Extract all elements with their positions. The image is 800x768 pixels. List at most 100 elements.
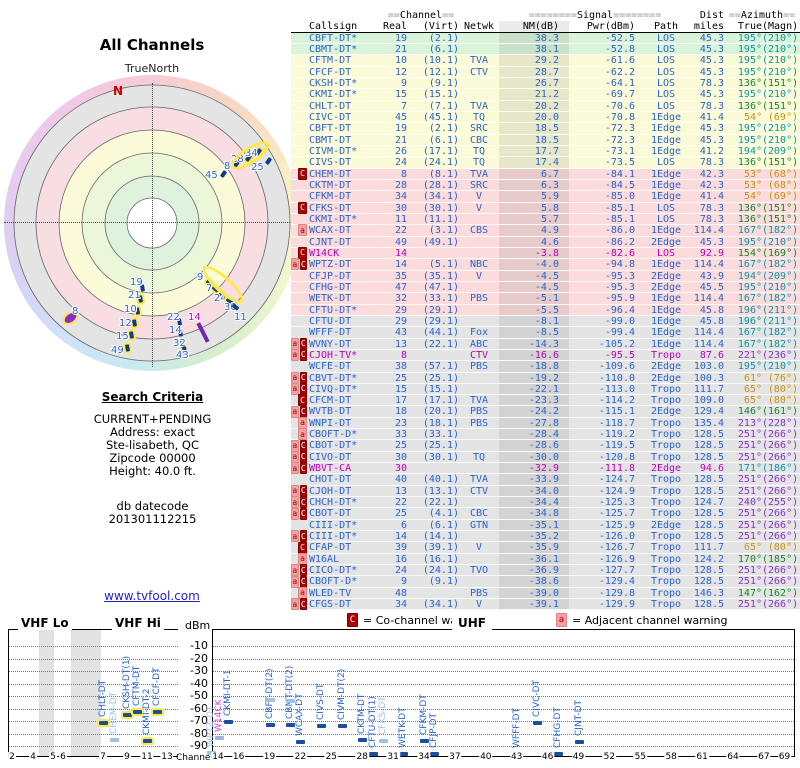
table-column-header: Callsign Real (Virt) Netwk NM(dB) Pwr(dB… (291, 21, 800, 33)
radar-horizontal-axis (4, 222, 298, 223)
table-row: a C WVTB-DT 18 (20.1) PBS -24.2 -115.1 2Edge 129.… (291, 405, 800, 418)
table-cell: V (475, 599, 483, 611)
table-cell: 45.8 (699, 315, 724, 327)
azimuth-true-cell: 194° (737, 145, 762, 157)
warning-badges (291, 157, 307, 167)
table-cell: (33.1) (422, 429, 459, 441)
table-cell: -124.9 (598, 485, 635, 497)
azimuth-true-cell: 136° (737, 213, 762, 225)
table-cell: 114.4 (693, 338, 724, 350)
table-cell: 35 (394, 270, 407, 282)
table-cell: (9.1) (428, 576, 459, 588)
table-cell: (45.1) (422, 111, 459, 123)
azimuth-magn-cell: (255°) (762, 497, 799, 509)
table-cell: 26.7 (499, 77, 569, 89)
table-cell: -64.1 (604, 77, 635, 89)
azimuth-magn-cell: (210°) (762, 123, 799, 135)
table-cell: -73.1 (604, 145, 635, 157)
table-cell: 45.5 (699, 281, 724, 293)
channel-tick-label: 7 (99, 752, 107, 762)
table-cell: -96.4 (604, 304, 635, 316)
warning-badges: aC (291, 405, 307, 418)
gridline (9, 721, 178, 722)
azimuth-magn-cell: (266°) (762, 485, 799, 497)
table-cell: 49 (394, 236, 407, 248)
adjacent-warning-badge: a (291, 349, 299, 362)
table-cell: 19 (394, 32, 407, 44)
table-row: C CFKS-DT 30 (30.1) V 5.8 -85.1 LOS 78.3 136° (151… (291, 201, 800, 214)
table-cell: 43.9 (699, 270, 724, 282)
channel-marker-label: 12 (119, 318, 132, 329)
adjacent-warning-badge: a (291, 258, 299, 271)
table-cell: LOS (656, 77, 676, 89)
warning-badges (291, 180, 307, 190)
search-criteria: Search Criteria CURRENT+PENDING Address: … (30, 390, 275, 478)
station-label: CFHG-DT (552, 706, 563, 748)
azimuth-magn-cell: (266°) (762, 429, 799, 441)
table-cell: W14CK (309, 247, 340, 259)
azimuth-magn-cell: (210°) (762, 32, 799, 44)
azimuth-true-cell: 195° (737, 43, 762, 55)
azimuth-true-cell: 167° (737, 259, 762, 271)
table-cell: 94.6 (699, 463, 724, 475)
table-row: CFTU-DT 29 (29.1) -8.1 -99.0 1Edge 45.8 196° (21… (291, 315, 800, 328)
adjacent-warning-badge: a (291, 450, 299, 463)
azimuth-true-cell: 196° (737, 315, 762, 327)
table-cell: Tropo (650, 417, 682, 429)
table-cell: 34 (394, 599, 407, 611)
table-cell: -39.1 (499, 599, 569, 610)
adjacent-warning-badge: a (291, 484, 299, 497)
azimuth-true-cell: 251° (737, 519, 762, 531)
table-cell: CTV (469, 349, 489, 361)
table-cell: CICO-DT* (309, 565, 358, 577)
signal-bar (265, 722, 275, 727)
table-row: CIVS-DT 24 (24.1) TQ 17.4 -73.5 LOS 78.3 136° (15… (291, 157, 800, 169)
warning-badges: C (291, 201, 307, 214)
table-cell: 1Edge (650, 145, 682, 157)
table-cell: CIII-DT* (309, 531, 358, 543)
table-cell (459, 429, 499, 439)
table-cell: 6.7 (499, 168, 569, 180)
channel-marker-label: 43 (176, 350, 189, 361)
table-cell: -129.4 (598, 576, 635, 588)
table-cell: 33 (394, 429, 407, 441)
table-cell (459, 384, 499, 394)
table-cell (459, 248, 499, 258)
table-row: CHOT-DT 40 (40.1) TVA -33.9 -124.7 Tropo 128.5 2… (291, 474, 800, 486)
table-cell: (35.1) (422, 270, 459, 282)
table-cell: 128.5 (693, 451, 724, 463)
table-cell: (18.1) (422, 417, 459, 429)
table-cell: CHEM-DT (309, 168, 352, 180)
channel-tick-label: 46 (540, 752, 555, 762)
table-cell: W16AL (309, 553, 340, 565)
table-cell: (22.1) (422, 497, 459, 509)
table-cell: -35.2 (499, 531, 569, 542)
station-label: WETK-DT (398, 707, 409, 748)
azimuth-magn-cell: (151°) (762, 77, 799, 89)
table-cell: -86.2 (604, 236, 635, 248)
table-cell: LOS (656, 32, 676, 44)
channel-marker-label: 19 (130, 277, 143, 288)
table-cell: -119.5 (598, 440, 635, 452)
azimuth-magn-cell: (80°) (767, 542, 798, 554)
table-cell: -85.0 (604, 191, 635, 203)
azimuth-true-cell: 167° (737, 327, 762, 339)
azimuth-true-cell: 221° (737, 349, 762, 361)
table-cell: (47.1) (422, 281, 459, 293)
channel-table: ==Channel== ========Signal======== Dist … (291, 10, 800, 611)
band-section-label: VHF Hi (112, 616, 164, 630)
table-cell: (15.1) (422, 89, 459, 101)
table-cell: 20.0 (499, 111, 569, 123)
gridline (213, 746, 794, 747)
table-cell: -72.3 (604, 123, 635, 135)
channel-marker-label: 11 (234, 312, 247, 323)
tvfool-link[interactable]: www.tvfool.com (104, 589, 200, 603)
azimuth-true-cell: 240° (737, 497, 762, 509)
table-cell: CFJP-DT (309, 270, 352, 282)
azimuth-true-cell: 136° (737, 100, 762, 112)
table-cell: 92.9 (699, 247, 724, 259)
table-cell: 43 (394, 327, 407, 339)
table-cell: (29.1) (422, 304, 459, 316)
adjacent-channel-badge: a (556, 613, 567, 627)
table-cell: 4.6 (499, 236, 569, 248)
